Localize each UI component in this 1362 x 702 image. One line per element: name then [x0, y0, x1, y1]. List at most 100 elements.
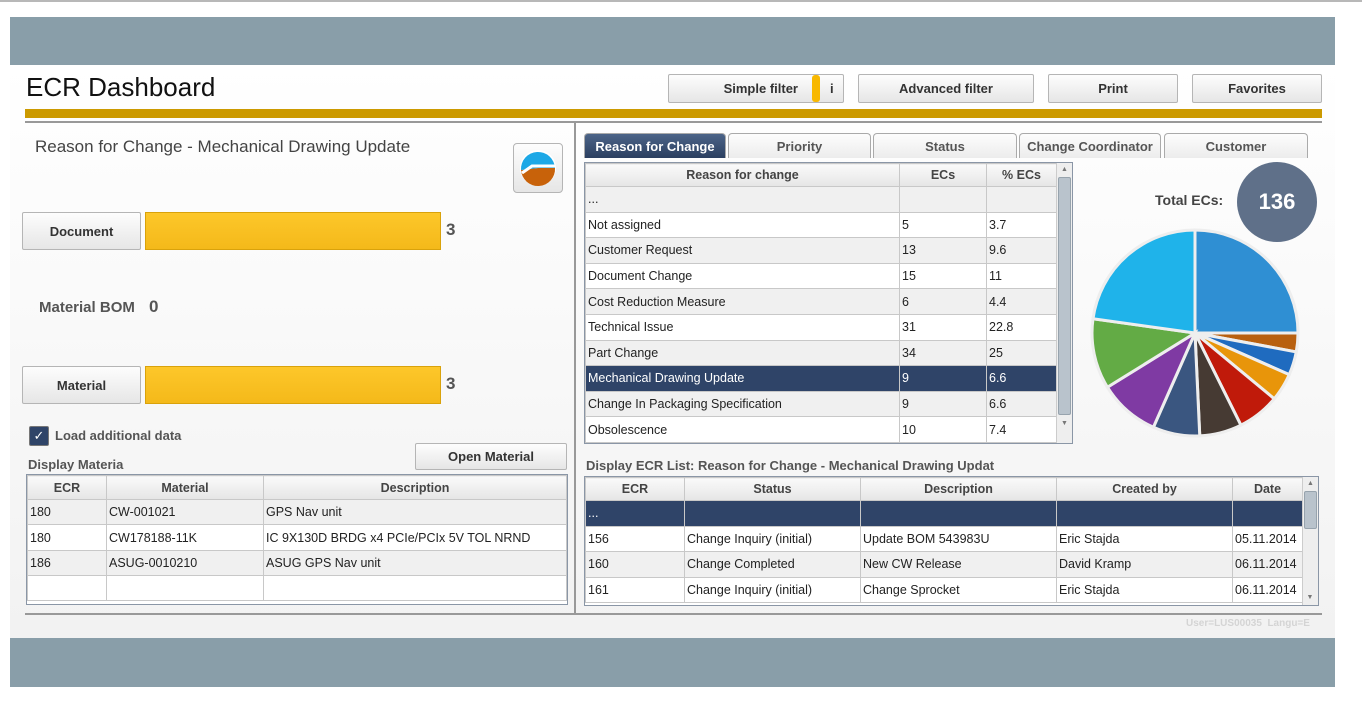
- scroll-up-icon[interactable]: ▲: [1057, 163, 1072, 177]
- load-additional-checkbox[interactable]: ✓: [29, 426, 49, 446]
- column-header[interactable]: ECR: [585, 477, 685, 501]
- column-header[interactable]: Date: [1232, 477, 1303, 501]
- simple-filter-label: Simple filter: [723, 81, 798, 96]
- table-row[interactable]: Part Change 34 25: [585, 339, 1057, 367]
- info-icon[interactable]: i: [820, 81, 834, 96]
- cell: Not assigned: [585, 211, 900, 239]
- document-bar: [145, 212, 441, 250]
- table-row[interactable]: ...: [585, 500, 1303, 527]
- cell: Customer Request: [585, 237, 900, 264]
- material-bom-label: Material BOM: [39, 299, 135, 316]
- scroll-down-icon[interactable]: ▼: [1057, 415, 1072, 429]
- simple-filter-button[interactable]: Simple filter i: [668, 74, 844, 103]
- table-row[interactable]: Obsolescence 10 7.4: [585, 416, 1057, 443]
- column-header[interactable]: Status: [684, 477, 861, 501]
- cell: Obsolescence: [585, 416, 900, 443]
- top-border: [0, 0, 1362, 2]
- total-ecs-label: Total ECs:: [1155, 192, 1224, 208]
- cell: ASUG-0010210: [106, 550, 264, 576]
- column-header[interactable]: Reason for change: [585, 163, 900, 187]
- cell: 25: [986, 339, 1057, 367]
- pie-slice[interactable]: [1193, 228, 1300, 335]
- table-row[interactable]: Mechanical Drawing Update 9 6.6: [585, 365, 1057, 392]
- table-row[interactable]: 156 Change Inquiry (initial) Update BOM 54…: [585, 525, 1303, 552]
- cell: [1232, 500, 1303, 527]
- cell: 9: [899, 390, 987, 418]
- cell: CW178188-11K: [106, 524, 264, 551]
- pie-slice[interactable]: [1091, 228, 1197, 335]
- table-row[interactable]: Not assigned 5 3.7: [585, 211, 1057, 239]
- table-row[interactable]: Change In Packaging Specification 9 6.6: [585, 390, 1057, 418]
- table-row[interactable]: Document Change 15 11: [585, 262, 1057, 290]
- cell: 06.11.2014: [1232, 576, 1303, 603]
- scroll-down-icon[interactable]: ▼: [1303, 591, 1317, 605]
- document-button[interactable]: Document: [22, 212, 141, 250]
- scroll-thumb[interactable]: [1058, 177, 1071, 415]
- cell: [684, 500, 861, 527]
- table-row[interactable]: Cost Reduction Measure 6 4.4: [585, 288, 1057, 315]
- table-row[interactable]: 161 Change Inquiry (initial) Change Sprock…: [585, 576, 1303, 603]
- document-count: 3: [446, 220, 456, 239]
- print-button[interactable]: Print: [1048, 74, 1178, 103]
- open-material-button[interactable]: Open Material: [415, 443, 567, 470]
- cell: 13: [899, 237, 987, 264]
- reason-table-scrollbar[interactable]: ▲ ▼: [1056, 163, 1072, 443]
- cell: 156: [585, 525, 685, 552]
- footer-band: [10, 638, 1335, 687]
- table-row[interactable]: 180 CW178188-11K IC 9X130D BRDG x4 PCIe/PC…: [27, 524, 567, 551]
- column-header[interactable]: Material: [106, 475, 264, 500]
- table-row[interactable]: 180 CW-001021 GPS Nav unit: [27, 499, 567, 525]
- vertical-divider: [574, 123, 576, 613]
- cell: 161: [585, 576, 685, 603]
- scroll-thumb[interactable]: [1304, 491, 1317, 529]
- cell: 7.4: [986, 416, 1057, 443]
- material-count: 3: [446, 374, 456, 393]
- scroll-up-icon[interactable]: ▲: [1303, 477, 1318, 491]
- tab-change-coordinator[interactable]: Change Coordinator: [1019, 133, 1161, 158]
- table-row[interactable]: Customer Request 13 9.6: [585, 237, 1057, 264]
- cell: Cost Reduction Measure: [585, 288, 900, 315]
- table-row[interactable]: ...: [585, 186, 1057, 213]
- tab-reason-for-change[interactable]: Reason for Change: [584, 133, 726, 158]
- material-bar: [145, 366, 441, 404]
- tab-priority[interactable]: Priority: [728, 133, 871, 158]
- cell: Mechanical Drawing Update: [585, 365, 900, 392]
- material-button[interactable]: Material: [22, 366, 141, 404]
- display-material-label: Display Materia: [28, 457, 124, 472]
- column-header[interactable]: Description: [263, 475, 567, 500]
- tab-customer[interactable]: Customer: [1164, 133, 1308, 158]
- cell: Change Inquiry (initial): [684, 525, 861, 552]
- cell: Technical Issue: [585, 313, 900, 341]
- ecr-list-title: Display ECR List: Reason for Change - Me…: [586, 458, 995, 473]
- chart-toggle-button[interactable]: [513, 143, 563, 193]
- table-row[interactable]: 160 Change Completed New CW Release David K…: [585, 551, 1303, 578]
- cell: 180: [27, 524, 107, 551]
- advanced-filter-button[interactable]: Advanced filter: [858, 74, 1034, 103]
- table-row[interactable]: Technical Issue 31 22.8: [585, 313, 1057, 341]
- column-header[interactable]: ECR: [27, 475, 107, 500]
- divider: [25, 121, 1322, 123]
- column-header[interactable]: Description: [860, 477, 1057, 501]
- cell: ASUG GPS Nav unit: [263, 550, 567, 576]
- cell: [899, 186, 987, 213]
- column-header[interactable]: Created by: [1056, 477, 1233, 501]
- ecr-list-scrollbar[interactable]: ▲ ▼: [1302, 477, 1318, 605]
- cell: 5: [899, 211, 987, 239]
- ecr-list-table: ECR Status Description Created by Date ... 15…: [585, 477, 1303, 603]
- cell: Change Inquiry (initial): [684, 576, 861, 603]
- cell: Change In Packaging Specification: [585, 390, 900, 418]
- favorites-button[interactable]: Favorites: [1192, 74, 1322, 103]
- cell: 6.6: [986, 390, 1057, 418]
- cell: 6: [899, 288, 987, 315]
- table-row[interactable]: 186 ASUG-0010210 ASUG GPS Nav unit: [27, 550, 567, 576]
- filter-indicator: [812, 75, 820, 102]
- cell: Change Completed: [684, 551, 861, 578]
- cell: 9: [899, 365, 987, 392]
- cell: 160: [585, 551, 685, 578]
- cell: 180: [27, 499, 107, 525]
- tab-status[interactable]: Status: [873, 133, 1017, 158]
- cell: GPS Nav unit: [263, 499, 567, 525]
- column-header[interactable]: % ECs: [986, 163, 1057, 187]
- column-header[interactable]: ECs: [899, 163, 987, 187]
- cell: [860, 500, 1057, 527]
